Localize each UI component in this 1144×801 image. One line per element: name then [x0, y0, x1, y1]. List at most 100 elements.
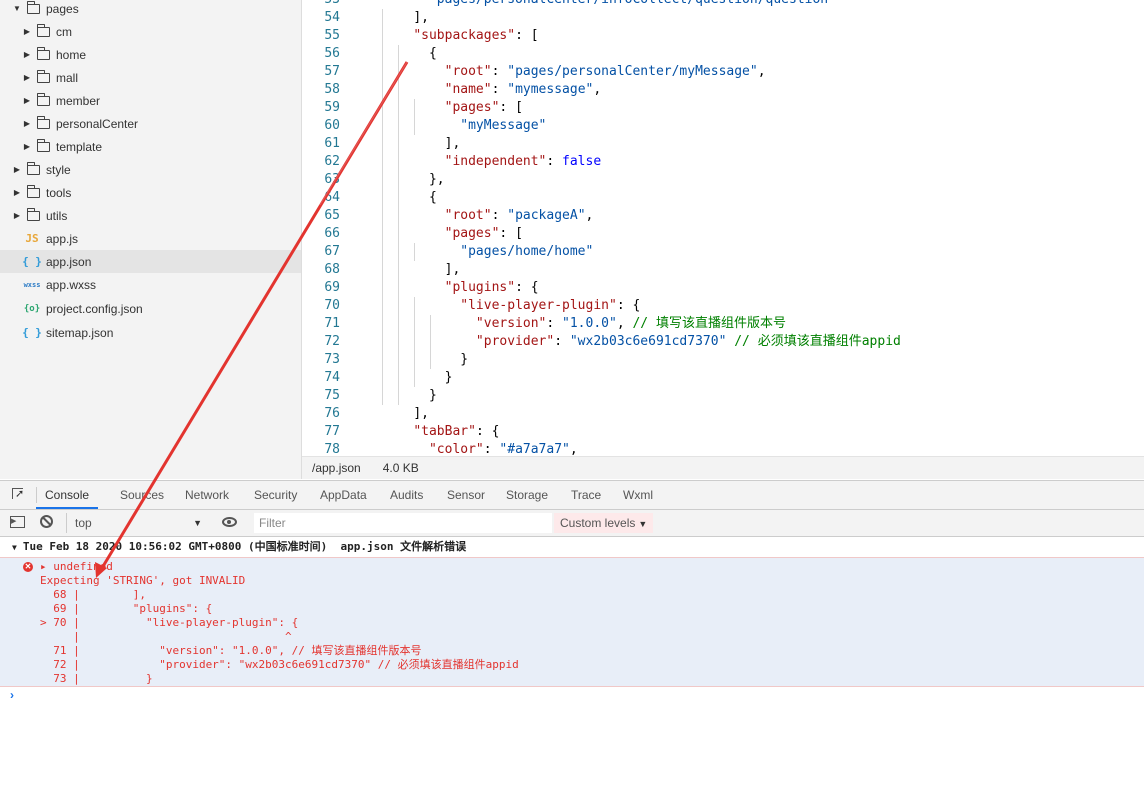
log-levels-dropdown[interactable]: Custom levels ▼	[554, 513, 654, 533]
console-error-message: ✕ ▸ undefined Expecting 'STRING', got INV…	[0, 557, 1144, 687]
console-group-header[interactable]: ▼ Tue Feb 18 2020 10:56:02 GMT+0800 (中国标准…	[0, 537, 1144, 557]
code-token: }	[460, 352, 469, 367]
chevron-right-icon[interactable]: ▶	[22, 142, 32, 151]
tree-item-template[interactable]: ▶ template	[0, 135, 301, 158]
code-line: 77 "tabBar": {	[302, 423, 1144, 441]
tree-item-home[interactable]: ▶ home	[0, 43, 301, 66]
line-number: 61	[324, 136, 340, 151]
line-number: 53	[302, 0, 340, 9]
code-line: 71 "version": "1.0.0", // 填写该直播组件版本号	[302, 315, 1144, 333]
tree-item-project-config-json[interactable]: {o} project.config.json	[0, 297, 301, 320]
code-token: "tabBar"	[413, 424, 476, 439]
json-file-icon: { }	[22, 255, 42, 268]
json-file-icon: { }	[22, 326, 42, 339]
tree-item-label: personalCenter	[56, 116, 139, 131]
tree-item-pages[interactable]: ▼ pages	[0, 0, 301, 20]
tab-security[interactable]: Security	[254, 481, 297, 509]
inspect-element-icon[interactable]	[12, 487, 24, 500]
filter-input[interactable]	[254, 513, 552, 533]
code-token: : {	[475, 424, 500, 439]
tree-item-member[interactable]: ▶ member	[0, 89, 301, 112]
indent-guide	[398, 45, 399, 189]
tree-item-label: app.json	[46, 254, 92, 269]
chevron-down-icon[interactable]: ▼	[12, 4, 22, 13]
indent-guide	[430, 315, 431, 369]
tab-storage[interactable]: Storage	[506, 481, 548, 509]
error-summary[interactable]: ▸ undefined	[40, 560, 113, 574]
code-text: "myMessage"	[382, 117, 546, 135]
context-select[interactable]: top ▼	[66, 513, 206, 533]
code-text: "tabBar": {	[382, 423, 499, 441]
chevron-right-icon[interactable]: ▶	[22, 50, 32, 59]
code-line: 74 }	[302, 369, 1144, 387]
tab-network[interactable]: Network	[185, 481, 229, 509]
code-text: "pages": [	[382, 99, 523, 117]
code-token: false	[562, 154, 602, 169]
tab-sources[interactable]: Sources	[120, 481, 164, 509]
tree-item-label: pages	[46, 1, 79, 16]
code-token: : {	[616, 298, 641, 313]
indent-guide	[414, 297, 415, 387]
code-text: "color": "#a7a7a7",	[382, 441, 578, 455]
tree-item-label: app.wxss	[46, 277, 97, 292]
tab-audits[interactable]: Audits	[390, 481, 423, 509]
chevron-right-icon[interactable]: ▶	[22, 96, 32, 105]
tree-item-app-json[interactable]: { } app.json	[0, 250, 301, 273]
line-number: 66	[324, 226, 340, 241]
tab-sensor[interactable]: Sensor	[447, 481, 485, 509]
code-token: "1.0.0"	[562, 316, 617, 331]
code-token: "color"	[428, 442, 484, 455]
code-token: :	[491, 64, 508, 79]
code-text: "pages/personalCenter/infoCollect/questi…	[382, 0, 836, 9]
code-editor[interactable]: 53 "pages/personalCenter/infoCollect/que…	[302, 0, 1144, 455]
context-value: top	[75, 516, 92, 530]
console-prompt[interactable]: ›	[10, 688, 14, 702]
folder-icon	[37, 138, 50, 152]
live-expression-eye-icon[interactable]	[222, 517, 237, 527]
error-detail-line: 71 | "version": "1.0.0", // 填写该直播组件版本号	[40, 644, 422, 657]
line-number: 64	[324, 190, 340, 205]
code-token: : [	[499, 100, 523, 115]
chevron-right-icon[interactable]: ▶	[22, 119, 32, 128]
tree-item-cm[interactable]: ▶ cm	[0, 20, 301, 43]
chevron-right-icon[interactable]: ▶	[12, 188, 22, 197]
tree-item-utils[interactable]: ▶ utils	[0, 204, 301, 227]
tree-item-personalCenter[interactable]: ▶ personalCenter	[0, 112, 301, 135]
tree-item-style[interactable]: ▶ style	[0, 158, 301, 181]
editor-status-bar: /app.json 4.0 KB	[302, 456, 1144, 479]
folder-icon	[37, 69, 50, 83]
tree-item-mall[interactable]: ▶ mall	[0, 66, 301, 89]
code-token: : {	[515, 280, 539, 295]
error-detail-line: > 70 | "live-player-plugin": {	[40, 616, 299, 629]
tree-item-sitemap-json[interactable]: { } sitemap.json	[0, 321, 301, 344]
tree-item-app-wxss[interactable]: wxss app.wxss	[0, 273, 301, 296]
tab-appdata[interactable]: AppData	[320, 481, 367, 509]
code-line: 56 {	[302, 45, 1144, 63]
chevron-right-icon[interactable]: ▶	[12, 211, 22, 220]
chevron-right-icon[interactable]: ▶	[22, 73, 32, 82]
tree-item-tools[interactable]: ▶ tools	[0, 181, 301, 204]
file-size: 4.0 KB	[382, 461, 419, 475]
chevron-right-icon[interactable]: ▶	[12, 165, 22, 174]
chevron-right-icon[interactable]: ▶	[22, 27, 32, 36]
line-number: 56	[324, 46, 340, 61]
code-line: 69 "plugins": {	[302, 279, 1144, 297]
tree-item-label: app.js	[46, 231, 79, 246]
tab-console[interactable]: Console	[36, 481, 99, 509]
clear-console-icon[interactable]	[40, 515, 53, 528]
code-token: "pages"	[444, 100, 500, 115]
tab-trace[interactable]: Trace	[571, 481, 601, 509]
code-line: 78 "color": "#a7a7a7",	[302, 441, 1144, 455]
folder-icon	[27, 161, 40, 175]
code-token: "subpackages"	[413, 28, 516, 43]
error-detail-line: | ^	[40, 630, 292, 643]
code-token: ,	[616, 316, 633, 331]
tree-item-app-js[interactable]: JS app.js	[0, 227, 301, 250]
tab-wxml[interactable]: Wxml	[623, 481, 653, 509]
expand-triangle-icon[interactable]: ▼	[12, 543, 17, 552]
console-sidebar-icon[interactable]: ▶	[10, 516, 25, 528]
